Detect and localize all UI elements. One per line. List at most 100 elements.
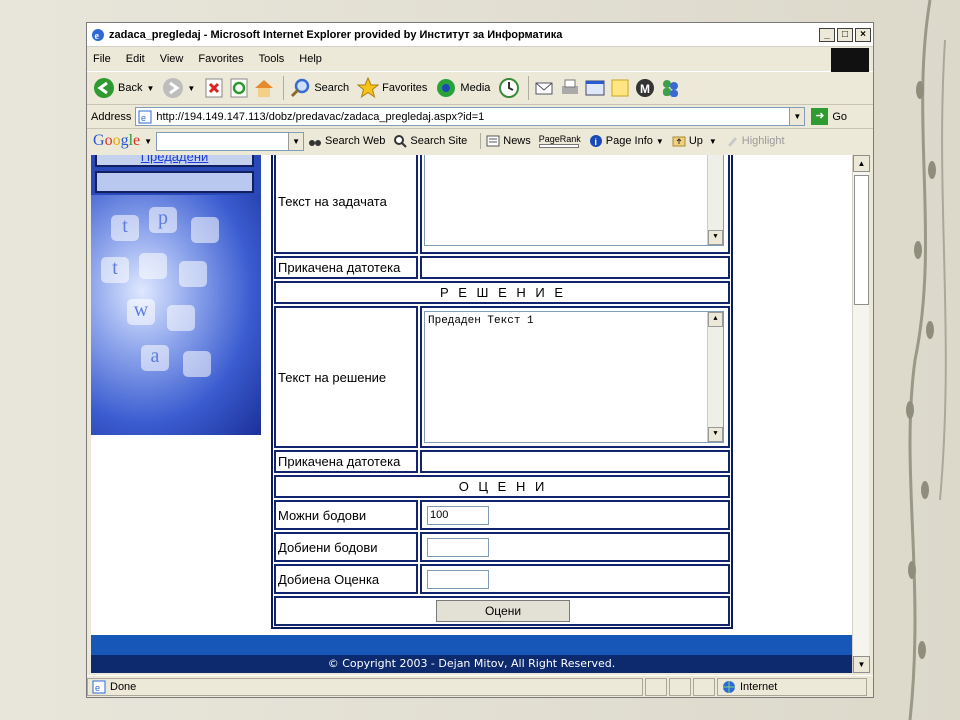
left-link-box: Предадени xyxy=(95,155,254,167)
page-info-dropdown-icon[interactable]: ▼ xyxy=(656,137,664,146)
highlight-button[interactable]: Highlight xyxy=(725,134,785,148)
search-button[interactable]: Search xyxy=(289,77,349,99)
stop-icon[interactable] xyxy=(203,77,225,99)
windows-logo xyxy=(831,48,869,72)
refresh-icon[interactable] xyxy=(228,77,250,99)
earned-points-label: Добиени бодови xyxy=(274,532,418,562)
go-arrow-icon: ➜ xyxy=(811,108,829,125)
address-input[interactable]: e http://194.149.147.113/dobz/predavac/z… xyxy=(135,107,806,126)
assignment-table: Текст на задачата ▼ Прикачена датотека Р… xyxy=(271,155,733,629)
earned-points-cell xyxy=(420,532,730,562)
page-scroll-down-icon[interactable]: ▼ xyxy=(853,656,870,673)
grades-header: О Ц Е Н И xyxy=(274,475,730,498)
task-text-scrollbar[interactable]: ▼ xyxy=(707,155,723,245)
page-done-icon: e xyxy=(92,680,106,693)
minimize-button[interactable]: _ xyxy=(819,27,835,42)
page-info-button[interactable]: i Page Info ▼ xyxy=(589,134,664,148)
task-text-row: Текст на задачата ▼ xyxy=(273,155,731,255)
favorites-button[interactable]: Favorites xyxy=(357,77,427,99)
page-scroll-up-icon[interactable]: ▲ xyxy=(853,155,870,172)
media-icon xyxy=(437,79,456,97)
info-icon: i xyxy=(589,135,602,147)
submitted-link[interactable]: Предадени xyxy=(141,155,209,164)
print-icon[interactable] xyxy=(559,77,581,99)
possible-points-label: Можни бодови xyxy=(274,500,418,530)
google-search-dropdown-icon[interactable]: ▼ xyxy=(288,132,304,150)
go-button[interactable]: ➜ Go xyxy=(811,108,847,125)
search-web-button[interactable]: Search Web xyxy=(308,134,385,148)
back-dropdown-icon[interactable]: ▼ xyxy=(146,84,154,93)
back-button[interactable]: Back ▼ xyxy=(93,77,154,99)
svg-text:e: e xyxy=(141,113,146,123)
keyboard-image: t p t w a xyxy=(91,195,261,435)
address-dropdown-icon[interactable]: ▼ xyxy=(789,108,805,125)
menu-help[interactable]: Help xyxy=(299,53,322,65)
up-dropdown-icon[interactable]: ▼ xyxy=(709,137,717,146)
search-site-label: Search Site xyxy=(410,135,468,147)
forward-dropdown-icon[interactable]: ▼ xyxy=(187,84,195,93)
footer-copyright: © Copyright 2003 - Dejan Mitov, All Righ… xyxy=(91,655,852,673)
news-label: News xyxy=(503,135,531,147)
google-logo[interactable]: Google xyxy=(93,132,140,150)
close-button[interactable]: × xyxy=(855,27,871,42)
menu-edit[interactable]: Edit xyxy=(126,53,145,65)
history-icon[interactable] xyxy=(498,77,520,99)
messenger-people-icon[interactable] xyxy=(659,77,681,99)
address-label: Address xyxy=(91,110,132,123)
search-site-button[interactable]: Search Site xyxy=(393,134,467,148)
grades-header-row: О Ц Е Н И xyxy=(273,474,731,499)
up-label: Up xyxy=(688,135,703,147)
go-label: Go xyxy=(832,110,848,123)
maximize-button[interactable]: □ xyxy=(837,27,853,42)
forward-button[interactable]: ▼ xyxy=(162,77,195,99)
solution-header-row: Р Е Ш Е Н И Е xyxy=(273,280,731,305)
solution-text-row: Текст на решение Предаден Текст 1 ▲ ▼ xyxy=(273,305,731,449)
possible-points-cell: 100 xyxy=(420,500,730,530)
task-attachment-value xyxy=(420,256,730,279)
solution-text-area[interactable]: Предаден Текст 1 ▲ ▼ xyxy=(424,311,724,443)
zone-label: Internet xyxy=(740,680,778,693)
pagerank-indicator[interactable]: PageRank xyxy=(538,133,581,148)
home-icon[interactable] xyxy=(253,77,275,99)
address-url: http://194.149.147.113/dobz/predavac/zad… xyxy=(156,110,485,123)
menu-favorites[interactable]: Favorites xyxy=(198,53,243,65)
menu-tools[interactable]: Tools xyxy=(259,53,285,65)
page-scrollbar[interactable]: ▲ ▼ xyxy=(852,155,870,673)
back-label: Back xyxy=(118,82,143,94)
scroll-up-icon[interactable]: ▲ xyxy=(708,312,723,327)
task-text-area[interactable]: ▼ xyxy=(424,155,724,246)
messenger-m-icon[interactable]: M xyxy=(634,77,656,99)
google-search-input[interactable]: ▼ xyxy=(156,131,305,151)
earned-points-input[interactable] xyxy=(427,537,489,557)
left-navigation-panel: t p t w a Предадени xyxy=(91,155,261,435)
menu-view[interactable]: View xyxy=(160,53,184,65)
page-scroll-thumb[interactable] xyxy=(854,175,869,305)
grade-submit-button[interactable]: Оцени xyxy=(436,600,570,622)
scroll-down-icon[interactable]: ▼ xyxy=(708,427,723,442)
edit-icon[interactable] xyxy=(584,77,606,99)
scroll-down-icon[interactable]: ▼ xyxy=(708,230,723,245)
solution-header: Р Е Ш Е Н И Е xyxy=(274,281,730,304)
pagerank-label: PageRank xyxy=(538,133,581,144)
task-attachment-row: Прикачена датотека xyxy=(273,255,731,280)
grade-row: Добиена Оценка xyxy=(273,563,731,595)
binoculars-icon xyxy=(309,140,322,146)
media-button[interactable]: Media xyxy=(435,77,490,99)
svg-text:e: e xyxy=(95,31,100,42)
possible-points-input[interactable]: 100 xyxy=(427,505,489,525)
page-info-label: Page Info xyxy=(605,135,653,147)
solution-text-scrollbar[interactable]: ▲ ▼ xyxy=(707,312,723,442)
google-menu-dropdown-icon[interactable]: ▼ xyxy=(144,137,152,146)
grade-cell xyxy=(420,564,730,594)
status-text: Done xyxy=(110,680,137,693)
menu-file[interactable]: File xyxy=(93,53,111,65)
highlighter-icon xyxy=(727,137,737,147)
ie-icon: e xyxy=(92,28,104,42)
mail-icon[interactable] xyxy=(534,77,556,99)
note-icon[interactable] xyxy=(609,77,631,99)
news-button[interactable]: News xyxy=(486,134,531,148)
page-icon: e xyxy=(138,110,152,123)
up-button[interactable]: Up ▼ xyxy=(672,134,717,148)
browser-window: e zadaca_pregledaj - Microsoft Internet … xyxy=(86,22,874,698)
grade-input[interactable] xyxy=(427,569,489,589)
